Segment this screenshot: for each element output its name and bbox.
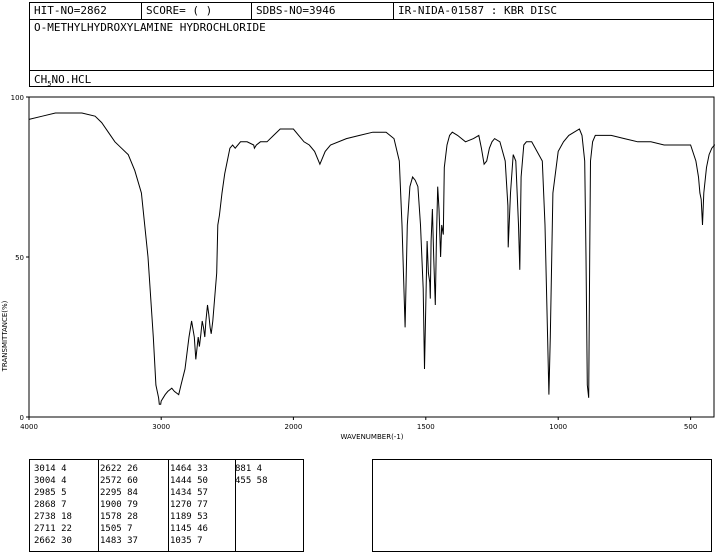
peak-column: 881 4 455 58 bbox=[235, 463, 268, 487]
peak-row: 3004 4 bbox=[34, 476, 67, 486]
peak-row: 1434 57 bbox=[170, 488, 208, 498]
peak-row: 1464 33 bbox=[170, 464, 208, 474]
peak-row: 2662 30 bbox=[34, 536, 72, 546]
x-tick-label: 2000 bbox=[284, 423, 302, 431]
peak-row: 1483 37 bbox=[100, 536, 138, 546]
peak-column-divider bbox=[98, 460, 99, 551]
peak-row: 1444 50 bbox=[170, 476, 208, 486]
sdbs-number: SDBS-NO=3946 bbox=[252, 3, 394, 19]
peak-row: 2738 18 bbox=[34, 512, 72, 522]
plot-frame bbox=[28, 96, 715, 418]
header-divider bbox=[30, 19, 713, 20]
peak-column-divider bbox=[168, 460, 169, 551]
peak-row: 1900 79 bbox=[100, 500, 138, 510]
peak-row: 2572 60 bbox=[100, 476, 138, 486]
hit-number: HIT-NO=2862 bbox=[30, 3, 142, 19]
peak-row: 2985 5 bbox=[34, 488, 67, 498]
ir-identifier: IR-NIDA-01587 : KBR DISC bbox=[398, 4, 557, 17]
peak-column-divider bbox=[235, 460, 236, 551]
peak-row: 455 58 bbox=[235, 476, 268, 486]
peak-row: 1035 7 bbox=[170, 536, 203, 546]
x-axis-label: WAVENUMBER(-1) bbox=[340, 433, 403, 441]
y-tick-label: 0 bbox=[20, 414, 24, 422]
peak-table: 3014 4 3004 4 2985 5 2868 7 2738 18 2711 22 26… bbox=[29, 459, 304, 552]
x-tick-label: 4000 bbox=[20, 423, 38, 431]
peak-row: 1189 53 bbox=[170, 512, 208, 522]
peak-row: 2295 84 bbox=[100, 488, 138, 498]
y-tick-label: 100 bbox=[11, 94, 24, 102]
peak-row: 2868 7 bbox=[34, 500, 67, 510]
peak-row: 1578 28 bbox=[100, 512, 138, 522]
peak-row: 1505 7 bbox=[100, 524, 133, 534]
x-tick-label: 500 bbox=[684, 423, 697, 431]
peak-row: 2622 26 bbox=[100, 464, 138, 474]
formula-divider bbox=[30, 70, 713, 71]
score: SCORE= ( ) bbox=[142, 3, 252, 19]
spectrum-line bbox=[28, 112, 715, 405]
molecular-formula: CH5NO.HCL bbox=[34, 73, 92, 89]
peak-column: 2622 26 2572 60 2295 84 1900 79 1578 28 1505 … bbox=[100, 463, 138, 547]
y-axis-label: TRANSMITTANCE(%) bbox=[1, 300, 9, 372]
peak-row: 3014 4 bbox=[34, 464, 67, 474]
x-tick-label: 1500 bbox=[417, 423, 435, 431]
x-tick-label: 3000 bbox=[152, 423, 170, 431]
peak-row: 1270 77 bbox=[170, 500, 208, 510]
peak-row: 2711 22 bbox=[34, 524, 72, 534]
ir-spectrum-chart: 4000 3000 2000 1500 1000 500100500 WAVENUMBER… bbox=[1, 94, 715, 441]
compound-name: O-METHYLHYDROXYLAMINE HYDROCHLORIDE bbox=[34, 21, 266, 34]
header-box: HIT-NO=2862 SCORE= ( ) SDBS-NO=3946 IR-N… bbox=[29, 2, 714, 89]
x-tick-label: 1000 bbox=[549, 423, 567, 431]
peak-row: 881 4 bbox=[235, 464, 263, 474]
peak-row: 1145 46 bbox=[170, 524, 208, 534]
peak-column: 3014 4 3004 4 2985 5 2868 7 2738 18 2711 22 26… bbox=[34, 463, 72, 547]
y-tick-label: 50 bbox=[15, 254, 24, 262]
info-box bbox=[372, 459, 712, 552]
peak-column: 1464 33 1444 50 1434 57 1270 77 1189 53 1145 … bbox=[170, 463, 208, 547]
